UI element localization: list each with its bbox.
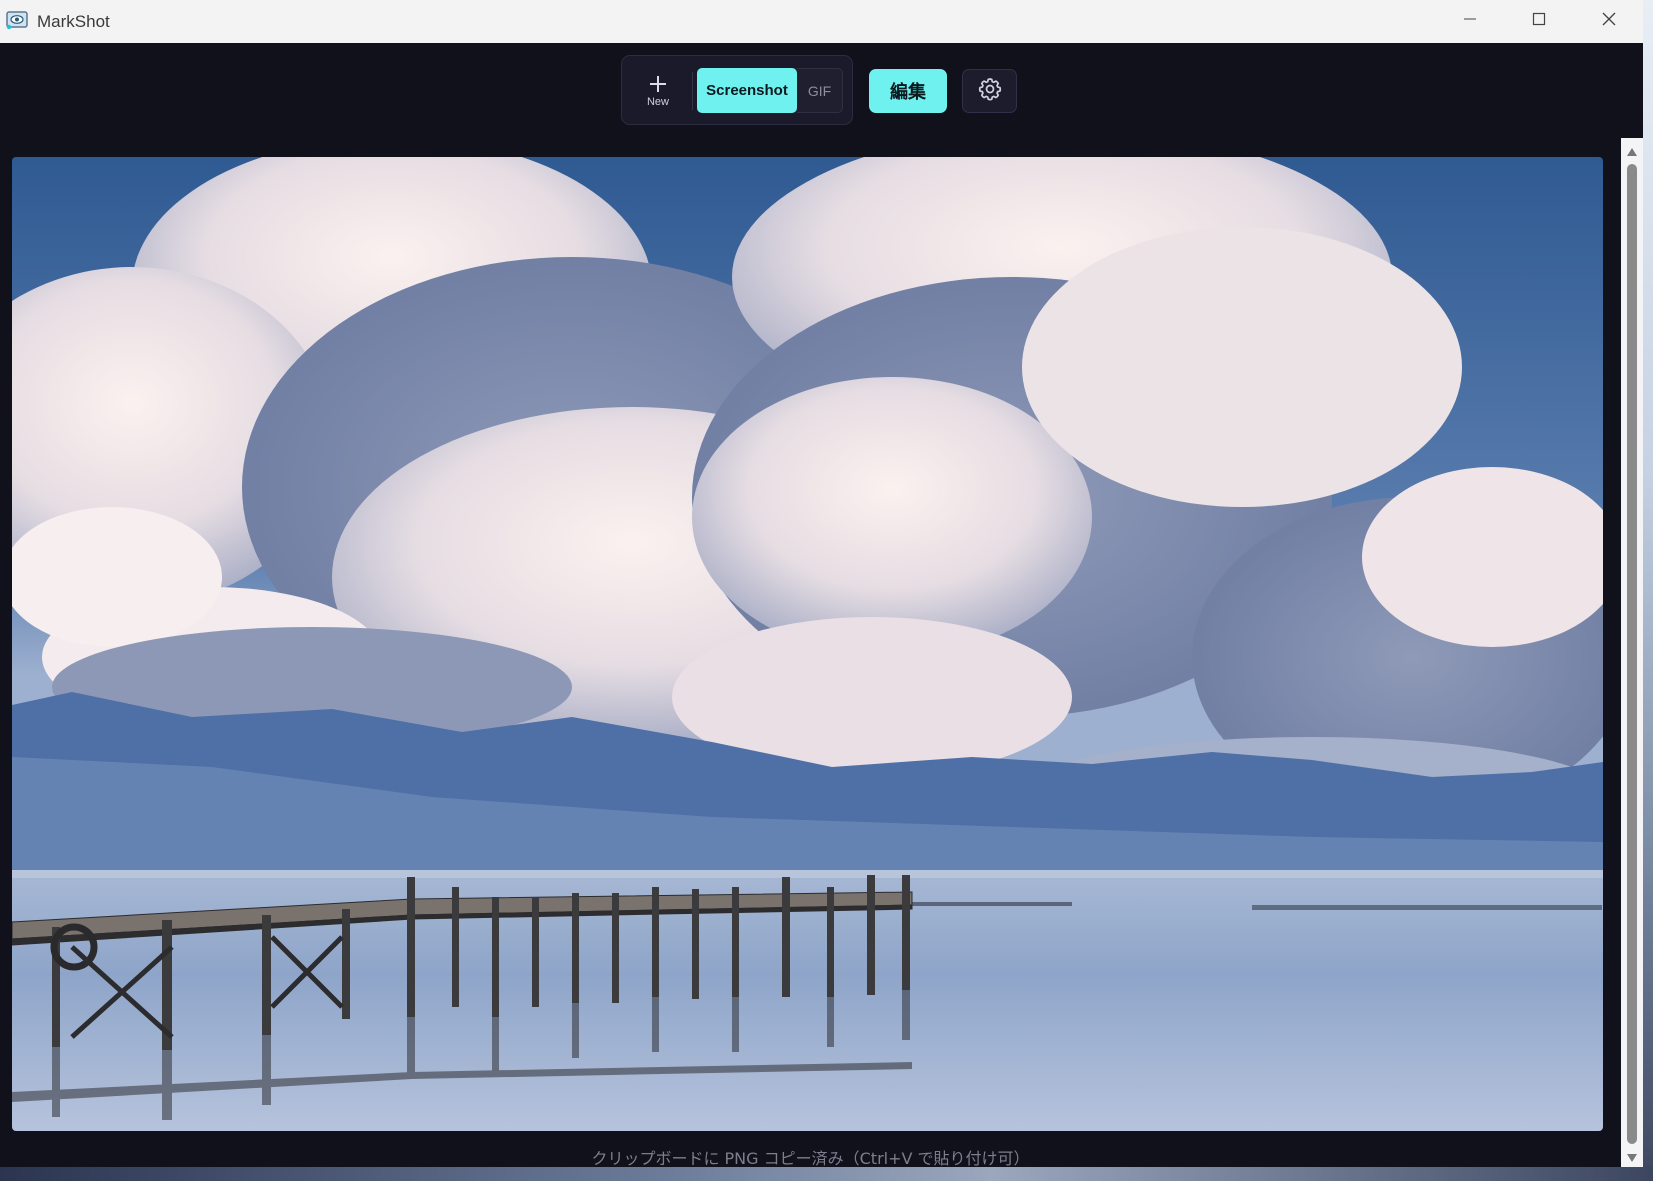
desktop-background <box>1643 0 1653 1181</box>
minimize-button[interactable] <box>1437 0 1503 43</box>
plus-icon <box>649 75 667 93</box>
app-window: MarkShot New Screenshot GIF 編集 クリップボードに … <box>0 0 1643 1167</box>
toolbar-divider <box>692 72 693 110</box>
window-title: MarkShot <box>37 12 110 31</box>
new-capture-button[interactable]: New <box>632 64 684 118</box>
markshot-eye-icon <box>6 10 28 30</box>
maximize-icon <box>1532 12 1546 31</box>
minimize-icon <box>1463 12 1477 31</box>
title-bar[interactable]: MarkShot <box>0 0 1643 43</box>
landscape-photo <box>12 157 1603 1131</box>
edit-button[interactable]: 編集 <box>869 69 947 113</box>
scroll-up-arrow-icon[interactable] <box>1626 144 1638 156</box>
scroll-down-arrow-icon[interactable] <box>1626 1150 1638 1162</box>
capture-mode-group: New Screenshot GIF <box>621 55 853 125</box>
vertical-scrollbar[interactable] <box>1621 138 1643 1167</box>
maximize-button[interactable] <box>1506 0 1572 43</box>
close-icon <box>1601 11 1617 32</box>
mode-screenshot-button[interactable]: Screenshot <box>697 68 797 113</box>
close-button[interactable] <box>1576 0 1642 43</box>
screenshot-preview[interactable] <box>12 157 1603 1131</box>
gear-icon <box>977 76 1003 107</box>
scrollbar-thumb[interactable] <box>1627 164 1637 1144</box>
settings-button[interactable] <box>962 69 1017 113</box>
desktop-background-bottom <box>0 1165 1653 1181</box>
mode-gif-button[interactable]: GIF <box>797 68 843 113</box>
status-message: クリップボードに PNG コピー済み（Ctrl+V で貼り付け可） <box>591 1149 1030 1167</box>
new-capture-label: New <box>646 95 669 108</box>
